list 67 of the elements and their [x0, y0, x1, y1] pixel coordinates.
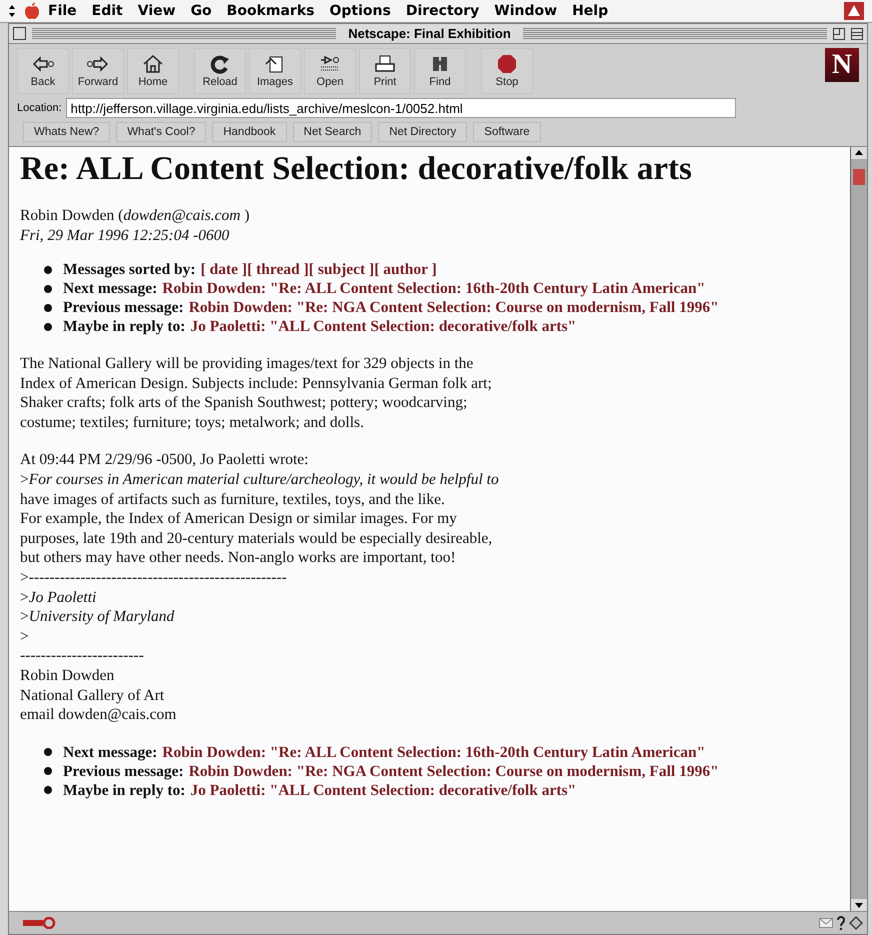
bullet-icon: [44, 322, 52, 330]
title-bar-stripes[interactable]: [32, 28, 336, 39]
directory-button[interactable]: Handbook: [212, 122, 287, 142]
menu-item[interactable]: Options: [329, 3, 391, 19]
zoom-box-icon[interactable]: [833, 28, 845, 40]
toolbar-button[interactable]: Back: [17, 48, 69, 94]
directory-button[interactable]: What's Cool?: [116, 122, 206, 142]
close-box[interactable]: [13, 27, 26, 40]
right-arrow-icon: [85, 54, 111, 74]
toolbar-button[interactable]: Forward: [72, 48, 124, 94]
toolbar-button[interactable]: Print: [359, 48, 411, 94]
toolbar-button[interactable]: Images: [249, 48, 301, 94]
toolbar-button[interactable]: Reload: [194, 48, 246, 94]
toolbar-button[interactable]: Stop: [481, 48, 533, 94]
location-field[interactable]: http://jefferson.village.virginia.edu/lists_archive/meslcon-1/0052.html: [66, 98, 736, 118]
bullet-icon: [44, 786, 52, 794]
bullet-icon: [44, 284, 52, 292]
nav-label: Previous message:: [63, 298, 184, 317]
menu-item[interactable]: Window: [494, 3, 558, 19]
message-paragraph: The National Gallery will be providing images/text for 329 objects in the Index of American Design. Subjects include: Pennsylvania German folk art; Shaker crafts; folk arts of the Spanish Southwest; pottery; woodcarving; costume; textiles; furniture; toys; metalwork; and dolls.: [20, 354, 493, 432]
nav-link[interactable]: [ date ][ thread ][ subject ][ author ]: [200, 260, 437, 279]
logo-icon: N: [825, 48, 859, 82]
directory-button[interactable]: Net Directory: [378, 122, 468, 142]
menu-item[interactable]: View: [138, 3, 176, 19]
collapse-box-icon[interactable]: [851, 28, 863, 40]
menu-item[interactable]: Help: [572, 3, 608, 19]
title-bar-stripes[interactable]: [522, 28, 827, 39]
toolbar-button[interactable]: Open: [304, 48, 356, 94]
app-switcher-icon[interactable]: [8, 4, 16, 18]
nav-label: Maybe in reply to:: [63, 317, 186, 336]
nav-link[interactable]: Robin Dowden: "Re: ALL Content Selection: 16th-20th Century Latin American": [162, 279, 706, 298]
help-icon[interactable]: [837, 916, 845, 930]
nav-label: Maybe in reply to:: [63, 780, 186, 800]
directory-button[interactable]: Net Search: [292, 122, 372, 142]
menu-item[interactable]: Go: [190, 3, 212, 19]
scroll-bar[interactable]: [850, 147, 867, 911]
window-title: Netscape: Final Exhibition: [347, 26, 512, 41]
bullet-icon: [44, 266, 52, 274]
left-arrow-icon: [30, 54, 56, 74]
nav-label: Next message:: [63, 279, 158, 298]
author-line: Robin Dowden (dowden@cais.com ): [20, 206, 251, 226]
directory-button[interactable]: Whats New?: [23, 122, 110, 142]
toolbar-button[interactable]: Home: [127, 48, 179, 94]
bullet-icon: [44, 767, 52, 776]
security-icon[interactable]: [849, 916, 863, 930]
menu-item[interactable]: Bookmarks: [226, 3, 314, 19]
alert-icon[interactable]: [844, 2, 864, 20]
menu-item[interactable]: Edit: [92, 3, 123, 19]
page-heading: Re: ALL Content Selection: decorative/folk arts: [20, 151, 693, 188]
directory-button[interactable]: Software: [473, 122, 541, 142]
nav-label: Messages sorted by:: [63, 260, 196, 279]
nav-link[interactable]: Robin Dowden: "Re: NGA Content Selection: Course on modernism, Fall 1996": [188, 298, 719, 317]
apple-icon[interactable]: [24, 2, 40, 20]
bullet-icon: [44, 304, 52, 312]
nav-link[interactable]: Robin Dowden: "Re: ALL Content Selection: 16th-20th Century Latin American": [162, 742, 706, 762]
nav-label: Previous message:: [63, 762, 184, 781]
toolbar-button[interactable]: Find: [414, 48, 466, 94]
menu-item[interactable]: Directory: [406, 3, 480, 19]
location-label: Location:: [17, 102, 62, 114]
bullet-icon: [44, 748, 52, 756]
nav-link[interactable]: Robin Dowden: "Re: NGA Content Selection: Course on modernism, Fall 1996": [188, 762, 719, 781]
nav-link[interactable]: Jo Paoletti: "ALL Content Selection: decorative/folk arts": [190, 780, 576, 800]
date-line: Fri, 29 Mar 1996 12:25:04 -0600: [20, 226, 230, 246]
menu-item[interactable]: File: [48, 3, 77, 19]
nav-link[interactable]: Jo Paoletti: "ALL Content Selection: decorative/folk arts": [190, 317, 576, 336]
message-paragraph: At 09:44 PM 2/29/96 -0500, Jo Paoletti wrote: >For courses in American material culture/archeology, it would be helpful to have images of artifacts such as furniture, textiles, toys, and the like. For example, the Index of American Design or similar images. For my purposes, late 19th and 20-century materials would be especially desireable, but others may have other needs. Non-anglo works are important, too! >-------------------------------------------------- >Jo Paoletti >University of Maryland > ------------------------ Robin Dowden National Gallery of Art email dowden@cais.com: [20, 450, 500, 725]
nav-label: Next message:: [63, 742, 158, 762]
